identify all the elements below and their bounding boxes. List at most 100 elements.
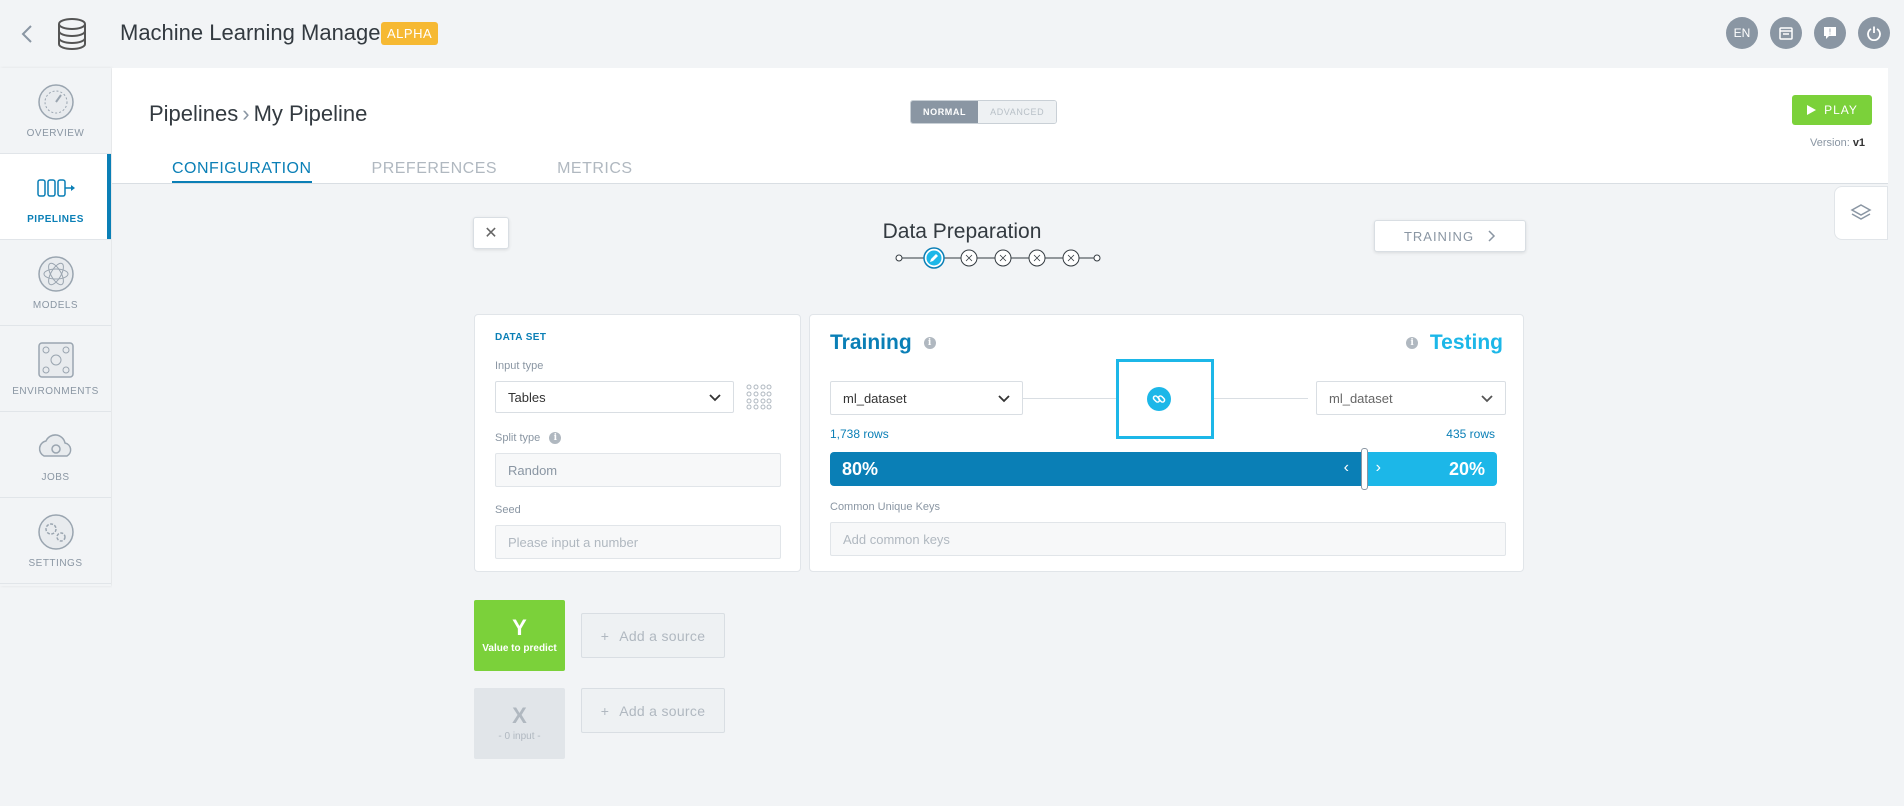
- add-source-label: Add a source: [619, 627, 706, 644]
- y-letter: Y: [512, 614, 527, 640]
- sidebar-item-environments[interactable]: ENVIRONMENTS: [0, 326, 111, 412]
- step-progress: [895, 247, 1101, 269]
- step-start-dot: [895, 254, 903, 262]
- training-pct: 80%: [842, 459, 879, 479]
- breadcrumb: Pipelines › My Pipeline: [149, 101, 367, 127]
- testing-rows: 435 rows: [1446, 427, 1495, 441]
- atom-icon: [37, 256, 74, 292]
- calendar-icon[interactable]: [1770, 17, 1802, 49]
- testing-title: Testing: [1429, 331, 1503, 354]
- sidebar-item-label: PIPELINES: [27, 214, 84, 225]
- layers-panel-toggle[interactable]: [1834, 186, 1888, 240]
- language-button[interactable]: EN: [1726, 17, 1758, 49]
- seed-label: Seed: [495, 504, 521, 516]
- play-label: PLAY: [1824, 103, 1858, 117]
- play-button[interactable]: PLAY: [1792, 95, 1872, 125]
- sidebar-item-label: JOBS: [41, 472, 70, 483]
- plus-icon: +: [600, 627, 610, 644]
- gauge-icon: [37, 84, 74, 120]
- sidebar: OVERVIEW PIPELINES MODELS ENVIRONMENTS J…: [0, 68, 111, 586]
- tab-preferences[interactable]: PREFERENCES: [372, 160, 498, 183]
- tab-configuration[interactable]: CONFIGURATION: [172, 160, 312, 183]
- target-variable-tile[interactable]: Y Value to predict: [474, 600, 565, 671]
- chevron-down-icon: [1481, 395, 1493, 403]
- chevron-left-icon[interactable]: ‹: [1344, 459, 1349, 477]
- sidebar-item-label: ENVIRONMENTS: [12, 386, 99, 397]
- alpha-badge: ALPHA: [381, 22, 439, 45]
- version-label: Version:: [1810, 137, 1850, 149]
- training-dataset-value: ml_dataset: [843, 391, 907, 406]
- sidebar-item-overview[interactable]: OVERVIEW: [0, 68, 111, 154]
- add-target-source-button[interactable]: + Add a source: [581, 613, 725, 658]
- sidebar-item-jobs[interactable]: JOBS: [0, 412, 111, 498]
- info-icon[interactable]: i: [549, 432, 562, 445]
- breadcrumb-current: My Pipeline: [253, 101, 368, 126]
- seed-input[interactable]: Please input a number: [495, 525, 781, 559]
- testing-dataset-select[interactable]: ml_dataset: [1316, 381, 1506, 415]
- sidebar-item-pipelines[interactable]: PIPELINES: [0, 154, 111, 240]
- next-step-button[interactable]: TRAINING: [1374, 220, 1526, 252]
- sidebar-item-settings[interactable]: SETTINGS: [0, 498, 111, 584]
- step-4: [1028, 249, 1046, 267]
- y-caption: Value to predict: [482, 642, 557, 654]
- app-title: Machine Learning Manager: [120, 20, 388, 45]
- common-keys-input[interactable]: Add common keys: [830, 522, 1506, 556]
- network-icon: [37, 342, 74, 378]
- input-type-value: Tables: [508, 390, 546, 405]
- link-icon[interactable]: [1147, 387, 1171, 411]
- svg-text:!: !: [1828, 28, 1831, 37]
- gears-icon: [37, 514, 74, 550]
- info-icon[interactable]: i: [923, 337, 936, 350]
- input-variables-tile[interactable]: X - 0 input -: [474, 688, 565, 759]
- input-type-label: Input type: [495, 360, 544, 372]
- sidebar-item-models[interactable]: MODELS: [0, 240, 111, 326]
- top-actions: EN !: [1726, 17, 1890, 49]
- main-panel: Pipelines › My Pipeline NORMAL ADVANCED PL…: [112, 68, 1888, 806]
- split-type-label: Split type i: [495, 432, 562, 445]
- feedback-icon[interactable]: !: [1814, 17, 1846, 49]
- breadcrumb-root[interactable]: Pipelines: [149, 101, 238, 126]
- mode-normal-button[interactable]: NORMAL: [911, 101, 979, 123]
- split-slider-handle[interactable]: [1360, 448, 1368, 490]
- add-source-label: Add a source: [619, 702, 706, 719]
- grid-dots-icon[interactable]: [746, 384, 772, 410]
- chevron-right-icon[interactable]: ›: [1376, 459, 1381, 477]
- testing-segment: 20%: [1363, 452, 1497, 486]
- plus-icon: +: [600, 702, 610, 719]
- sidebar-item-label: MODELS: [32, 300, 79, 311]
- cloud-gear-icon: [38, 434, 71, 457]
- split-type-field[interactable]: Random: [495, 453, 781, 487]
- close-icon: ✕: [484, 225, 498, 242]
- tab-metrics[interactable]: METRICS: [557, 160, 633, 183]
- dataset-card: DATA SET Input type Tables Split type i …: [474, 314, 801, 572]
- split-card: Training i i Testing ml_dataset ml_datas…: [809, 314, 1524, 572]
- add-input-source-button[interactable]: + Add a source: [581, 688, 725, 733]
- close-button[interactable]: ✕: [473, 217, 509, 249]
- training-dataset-select[interactable]: ml_dataset: [830, 381, 1023, 415]
- sidebar-item-label: SETTINGS: [28, 558, 83, 569]
- database-logo-icon: [58, 18, 86, 50]
- version-value: v1: [1852, 137, 1866, 149]
- split-bar[interactable]: 80% 20%: [830, 452, 1497, 486]
- input-type-select[interactable]: Tables: [495, 381, 734, 413]
- mode-toggle: NORMAL ADVANCED: [910, 100, 1058, 124]
- training-heading: Training i: [830, 331, 936, 355]
- training-rows: 1,738 rows: [830, 427, 889, 441]
- back-arrow-icon[interactable]: [16, 22, 40, 46]
- step-2: [960, 249, 978, 267]
- mode-advanced-button[interactable]: ADVANCED: [978, 101, 1057, 123]
- next-step-label: TRAINING: [1403, 228, 1475, 244]
- chevron-down-icon: [709, 394, 721, 402]
- power-icon[interactable]: [1858, 17, 1890, 49]
- version-info: Version: v1: [1810, 137, 1865, 149]
- info-icon[interactable]: i: [1406, 337, 1419, 350]
- link-line-left: [1023, 398, 1116, 399]
- x-letter: X: [512, 702, 527, 728]
- training-segment: 80%: [830, 452, 1364, 486]
- play-icon: [1807, 105, 1817, 115]
- link-line-right: [1214, 398, 1308, 399]
- common-keys-label: Common Unique Keys: [830, 501, 941, 513]
- training-title: Training: [830, 331, 912, 354]
- pipeline-icon: [36, 179, 75, 197]
- testing-dataset-value: ml_dataset: [1329, 391, 1393, 406]
